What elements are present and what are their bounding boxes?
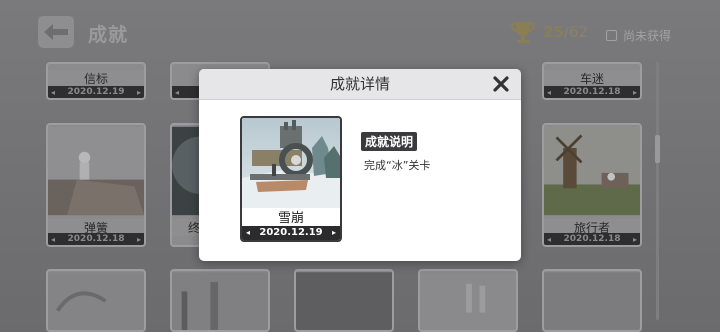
achievement-card[interactable]: 信标 2020.12.19: [46, 62, 146, 100]
card-date: 2020.12.18: [544, 86, 640, 98]
description-tag: 成就说明: [361, 132, 418, 151]
close-icon[interactable]: [491, 74, 511, 94]
card-artwork: [544, 126, 640, 216]
back-arrow-icon: [44, 24, 68, 40]
card-name: 信标: [48, 70, 144, 87]
achievement-card-detail: 雪崩 ◂ 2020.12.19 ▸: [240, 116, 342, 242]
filter-label: 尚未获得: [623, 29, 672, 43]
description-text: 完成“冰”关卡: [364, 159, 431, 172]
achievement-name: 雪崩: [277, 211, 304, 226]
achievement-card[interactable]: [170, 269, 270, 332]
left-arrow-icon: ◂: [246, 228, 251, 237]
achievement-date: 2020.12.19: [259, 227, 323, 238]
unobtained-filter-toggle[interactable]: 尚未获得: [606, 27, 671, 44]
dialog-title: 成就详情: [199, 69, 521, 100]
achievement-card[interactable]: [46, 269, 146, 332]
achievement-detail-dialog: 成就详情 雪崩 ◂ 2020.12.19 ▸ 成就说明 完成“冰”关卡: [199, 69, 521, 261]
card-artwork: [296, 272, 392, 330]
trophy-icon: [510, 22, 536, 43]
achievement-card[interactable]: [294, 269, 394, 332]
card-date: 2020.12.19: [48, 86, 144, 98]
card-artwork: [544, 272, 640, 330]
card-artwork: [420, 272, 516, 330]
achievement-date-bar: ◂ 2020.12.19 ▸: [242, 226, 340, 240]
achievement-card[interactable]: [542, 269, 642, 332]
scrollbar-track[interactable]: [656, 62, 659, 320]
card-name: 车迷: [544, 70, 640, 87]
checkbox-icon[interactable]: [606, 30, 617, 41]
card-artwork: [48, 126, 144, 216]
achievement-artwork: [242, 118, 340, 208]
right-arrow-icon: ▸: [331, 228, 336, 237]
achievement-count: 25/62: [543, 23, 588, 41]
card-date: 2020.12.18: [48, 233, 144, 245]
back-button[interactable]: [38, 16, 74, 48]
card-date: 2020.12.18: [544, 233, 640, 245]
scrollbar-thumb[interactable]: [655, 135, 660, 163]
unlocked-count: 25: [543, 23, 564, 41]
page-title: 成就: [88, 24, 129, 46]
card-artwork: [172, 272, 268, 330]
achievement-card[interactable]: 弹簧 2020.12.18: [46, 123, 146, 247]
achievement-card[interactable]: 旅行者 2020.12.18: [542, 123, 642, 247]
total-count: /62: [563, 23, 589, 41]
achievement-card[interactable]: 车迷 2020.12.18: [542, 62, 642, 100]
achievement-card[interactable]: [418, 269, 518, 332]
card-artwork: [48, 272, 144, 330]
